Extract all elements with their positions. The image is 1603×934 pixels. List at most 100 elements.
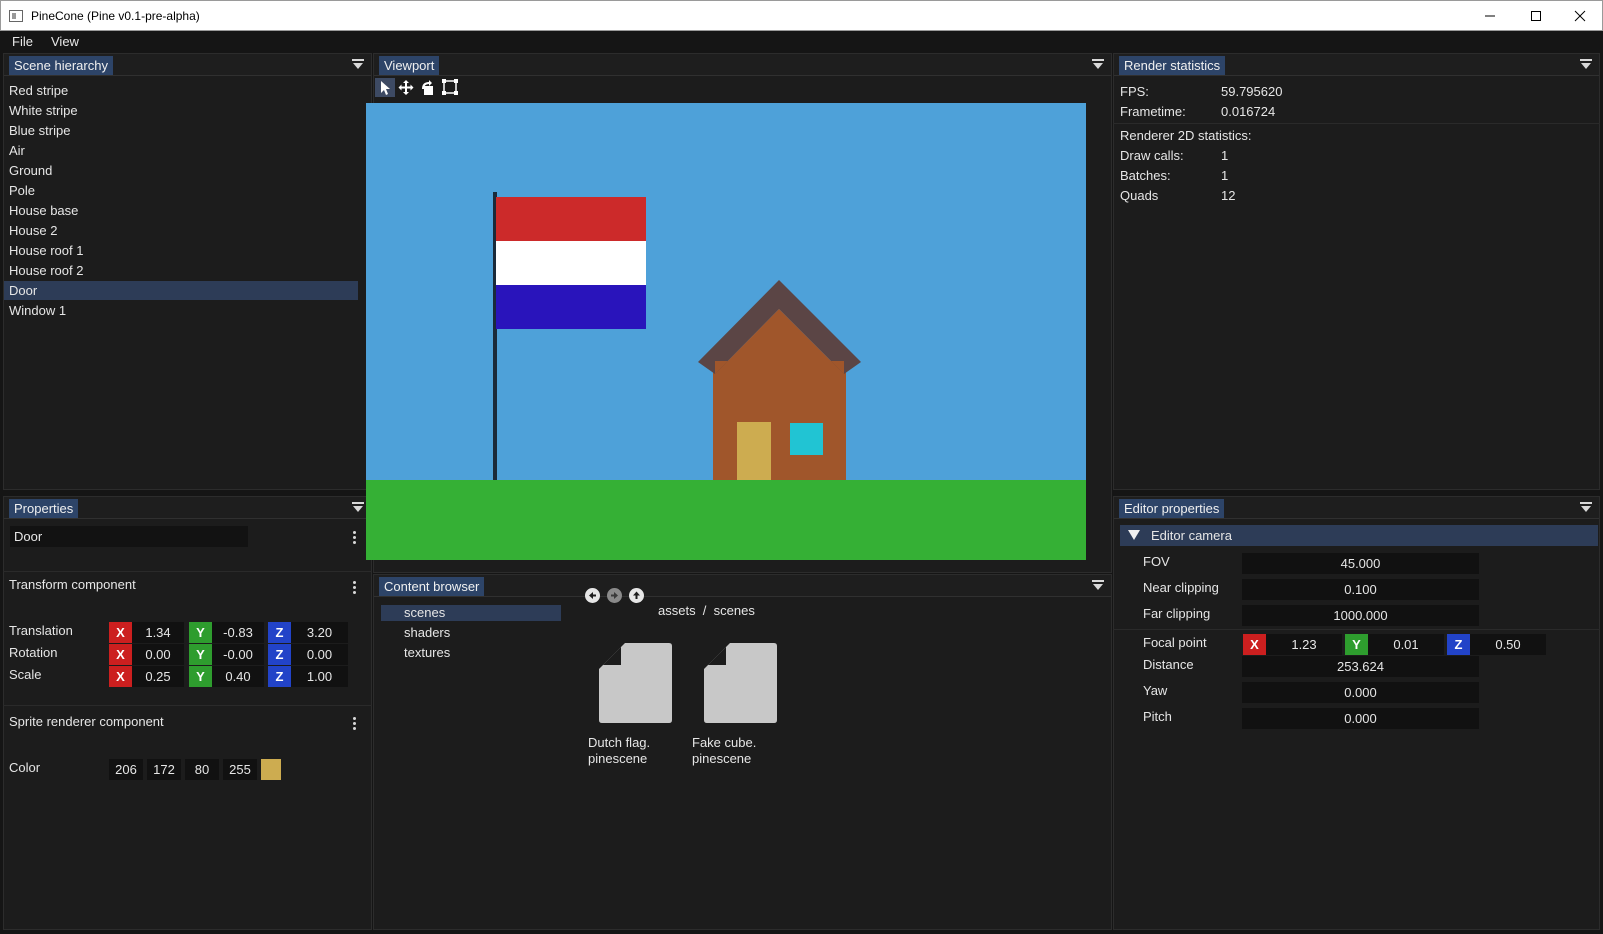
- draw-calls-value: 1: [1221, 148, 1229, 163]
- entity-name-input[interactable]: Door: [10, 526, 248, 547]
- hierarchy-item-pole[interactable]: Pole: [4, 181, 358, 200]
- yaw-input[interactable]: 0.000: [1242, 682, 1479, 703]
- minimize-button[interactable]: [1467, 1, 1513, 30]
- axis-x-button[interactable]: X: [109, 644, 132, 665]
- menu-view[interactable]: View: [51, 34, 79, 49]
- scale-tool-button[interactable]: [440, 78, 460, 97]
- properties-header: Properties: [4, 497, 371, 519]
- color-a-input[interactable]: 255: [223, 759, 257, 780]
- title-bar: PineCone (Pine v0.1-pre-alpha): [0, 0, 1603, 31]
- transform-options-icon[interactable]: [353, 581, 356, 594]
- menu-file[interactable]: File: [12, 34, 33, 49]
- hierarchy-item-air[interactable]: Air: [4, 141, 358, 160]
- folder-shaders[interactable]: shaders: [381, 625, 561, 641]
- rotate-tool-icon: [422, 80, 433, 95]
- folder-textures[interactable]: textures: [381, 645, 561, 661]
- translation-z-input[interactable]: 3.20: [291, 622, 348, 643]
- hierarchy-item-house-roof-2[interactable]: House roof 2: [4, 261, 358, 280]
- tab-editor-properties[interactable]: Editor properties: [1119, 499, 1225, 518]
- tab-render-statistics[interactable]: Render statistics: [1119, 56, 1226, 75]
- axis-z-button[interactable]: Z: [268, 666, 291, 687]
- scene-hierarchy-header: Scene hierarchy: [4, 54, 371, 76]
- hierarchy-item-white-stripe[interactable]: White stripe: [4, 101, 358, 120]
- select-tool-button[interactable]: [375, 78, 395, 97]
- close-button[interactable]: [1557, 1, 1603, 30]
- rotate-tool-button[interactable]: [418, 78, 438, 97]
- pitch-label: Pitch: [1143, 709, 1172, 724]
- file-fake-cube[interactable]: [704, 643, 777, 723]
- axis-y-button[interactable]: Y: [189, 622, 212, 643]
- axis-y-button[interactable]: Y: [189, 666, 212, 687]
- rotation-y-input[interactable]: -0.00: [212, 644, 264, 665]
- panel-menu-icon[interactable]: [352, 502, 364, 514]
- translation-x-input[interactable]: 1.34: [132, 622, 184, 643]
- axis-y-button[interactable]: Y: [1345, 634, 1368, 655]
- editor-camera-header[interactable]: Editor camera: [1120, 525, 1598, 546]
- near-clipping-input[interactable]: 0.100: [1242, 579, 1479, 600]
- hierarchy-item-house-base[interactable]: House base: [4, 201, 358, 220]
- axis-z-button[interactable]: Z: [1447, 634, 1470, 655]
- hierarchy-item-house-roof-1[interactable]: House roof 1: [4, 241, 358, 260]
- back-button[interactable]: [585, 588, 600, 603]
- axis-y-button[interactable]: Y: [189, 644, 212, 665]
- hierarchy-item-ground[interactable]: Ground: [4, 161, 358, 180]
- panel-menu-icon[interactable]: [1580, 502, 1592, 514]
- sprite-options-icon[interactable]: [353, 717, 356, 730]
- window: [790, 423, 823, 455]
- color-b-input[interactable]: 80: [185, 759, 219, 780]
- expand-arrow-icon: [1128, 530, 1140, 540]
- app-icon: [9, 10, 23, 22]
- rotation-z-input[interactable]: 0.00: [291, 644, 348, 665]
- up-button[interactable]: [629, 588, 644, 603]
- scale-x-input[interactable]: 0.25: [132, 666, 184, 687]
- scale-tool-icon: [442, 79, 458, 95]
- axis-x-button[interactable]: X: [1243, 634, 1266, 655]
- maximize-button[interactable]: [1513, 1, 1559, 30]
- tab-scene-hierarchy[interactable]: Scene hierarchy: [9, 56, 113, 75]
- tab-content-browser[interactable]: Content browser: [379, 577, 485, 596]
- far-clipping-input[interactable]: 1000.000: [1242, 605, 1479, 626]
- distance-input[interactable]: 253.624: [1242, 656, 1479, 677]
- hierarchy-item-red-stripe[interactable]: Red stripe: [4, 81, 358, 100]
- hierarchy-item-blue-stripe[interactable]: Blue stripe: [4, 121, 358, 140]
- move-tool-icon: [398, 80, 414, 95]
- file-dutch-flag[interactable]: [599, 643, 672, 723]
- transform-component-title: Transform component: [9, 577, 136, 592]
- scale-y-input[interactable]: 0.40: [212, 666, 264, 687]
- focal-y-input[interactable]: 0.01: [1368, 634, 1444, 655]
- hierarchy-item-door[interactable]: Door: [4, 281, 358, 300]
- move-tool-button[interactable]: [396, 78, 416, 97]
- focal-x-input[interactable]: 1.23: [1266, 634, 1342, 655]
- tab-viewport[interactable]: Viewport: [379, 56, 440, 75]
- focal-z-input[interactable]: 0.50: [1470, 634, 1546, 655]
- far-clipping-label: Far clipping: [1143, 606, 1211, 621]
- menu-bar: File View: [0, 31, 1603, 53]
- translation-y-input[interactable]: -0.83: [212, 622, 264, 643]
- axis-x-button[interactable]: X: [109, 666, 132, 687]
- fov-input[interactable]: 45.000: [1242, 553, 1479, 574]
- axis-z-button[interactable]: Z: [268, 644, 291, 665]
- ground: [366, 480, 1086, 560]
- sprite-renderer-title: Sprite renderer component: [9, 714, 164, 729]
- scale-z-input[interactable]: 1.00: [291, 666, 348, 687]
- panel-menu-icon[interactable]: [352, 59, 364, 71]
- viewport-canvas[interactable]: [366, 103, 1086, 560]
- axis-x-button[interactable]: X: [109, 622, 132, 643]
- flag-white-stripe: [496, 241, 646, 285]
- axis-z-button[interactable]: Z: [268, 622, 291, 643]
- hierarchy-item-house-2[interactable]: House 2: [4, 221, 358, 240]
- file-icon: [704, 643, 777, 723]
- forward-button[interactable]: [607, 588, 622, 603]
- tab-properties[interactable]: Properties: [9, 499, 79, 518]
- pitch-input[interactable]: 0.000: [1242, 708, 1479, 729]
- panel-menu-icon[interactable]: [1092, 59, 1104, 71]
- panel-menu-icon[interactable]: [1092, 580, 1104, 592]
- hierarchy-item-window-1[interactable]: Window 1: [4, 301, 358, 320]
- color-swatch[interactable]: [261, 759, 281, 780]
- color-g-input[interactable]: 172: [147, 759, 181, 780]
- color-r-input[interactable]: 206: [109, 759, 143, 780]
- rotation-x-input[interactable]: 0.00: [132, 644, 184, 665]
- entity-options-icon[interactable]: [353, 531, 356, 544]
- folder-scenes[interactable]: scenes: [381, 605, 561, 621]
- panel-menu-icon[interactable]: [1580, 59, 1592, 71]
